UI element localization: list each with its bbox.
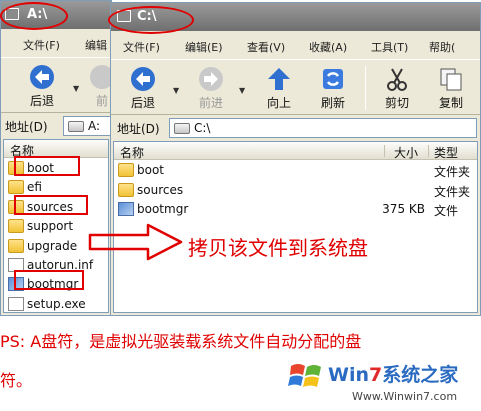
toolbar-c: 后退 ▼ 前进 ▼ 向上 刷新 剪切 复制 (111, 59, 480, 115)
menu-edit-c[interactable]: 编辑(E) (185, 39, 223, 55)
file-type: 文件夹 (434, 165, 471, 179)
address-input-a[interactable]: A: (63, 116, 111, 136)
site-logo: Win7系统之家 Www.Winwin7.com (282, 352, 481, 411)
copy-icon (440, 68, 462, 91)
forward-label-c: 前进 (198, 96, 223, 110)
file-name: bootmgr (137, 202, 189, 216)
highlight-title-c (108, 6, 194, 34)
logo-site-url: Www.Winwin7.com (352, 390, 458, 403)
file-row[interactable]: boot 文件夹 (114, 161, 477, 180)
menu-bar-c: 文件(F) 编辑(E) 查看(V) 收藏(A) 工具(T) 帮助( (111, 35, 480, 57)
file-type: 文件 (434, 204, 459, 218)
address-label-c: 地址(D) (117, 122, 160, 136)
address-bar-c: 地址(D) C:\ (111, 116, 480, 140)
column-separator[interactable] (428, 145, 429, 157)
highlight-sources (14, 195, 88, 215)
copy-label-c: 复制 (438, 96, 463, 110)
file-size: 375 KB (382, 202, 425, 216)
menu-edit-a[interactable]: 编辑 (85, 37, 107, 53)
file-name: setup.exe (27, 296, 86, 311)
menu-help-c[interactable]: 帮助( (429, 39, 455, 55)
forward-arrow-icon (199, 67, 223, 91)
column-type-c[interactable]: 类型 (434, 144, 458, 161)
back-button-a[interactable]: 后退 (15, 58, 69, 112)
explorer-window-c: C:\ 文件(F) 编辑(E) 查看(V) 收藏(A) 工具(T) 帮助( 后退… (110, 2, 481, 316)
forward-arrow-icon (90, 65, 111, 89)
menu-bar-a: 文件(F) 编辑 (1, 33, 111, 55)
menu-view-c[interactable]: 查看(V) (247, 39, 285, 55)
menu-favorites-c[interactable]: 收藏(A) (309, 39, 347, 55)
address-input-c[interactable]: C:\ (169, 118, 477, 138)
highlight-boot (14, 156, 80, 176)
copy-button-c[interactable]: 复制 (429, 60, 473, 114)
up-button-c[interactable]: 向上 (257, 60, 301, 114)
file-row[interactable]: bootmgr 375 KB 文件 (114, 200, 477, 219)
cut-button-c[interactable]: 剪切 (375, 60, 419, 114)
column-separator[interactable] (384, 145, 385, 157)
right-arrow-icon (88, 223, 183, 261)
screenshot-stage: A:\ 文件(F) 编辑 后退 ▼ 前 地址(D) A: 名称 boot efi… (0, 0, 481, 411)
address-value-c: C:\ (194, 121, 211, 135)
column-header-c: 名称 大小 类型 (114, 142, 477, 160)
drive-icon (68, 121, 84, 132)
forward-button-a[interactable]: 前 (87, 58, 111, 112)
folder-icon (8, 238, 24, 253)
file-name: sources (137, 182, 184, 197)
toolbar-separator (365, 66, 366, 110)
forward-button-c[interactable]: 前进 (189, 60, 233, 114)
up-label-c: 向上 (266, 96, 291, 110)
logo-brand: Win7系统之家 (328, 360, 458, 387)
file-name: support (27, 219, 74, 234)
scissors-icon (387, 68, 407, 91)
forward-label-a: 前 (95, 94, 108, 108)
folder-icon (118, 182, 134, 197)
menu-tools-c[interactable]: 工具(T) (371, 39, 408, 55)
ps-note-line1: PS: A盘符，是虚拟光驱装载系统文件自动分配的盘 (0, 332, 362, 351)
back-dropdown-icon[interactable]: ▼ (73, 84, 79, 93)
highlight-title-a (0, 2, 68, 30)
refresh-icon (323, 69, 343, 89)
file-name: boot (137, 163, 165, 177)
back-arrow-icon (30, 65, 54, 89)
refresh-label-c: 刷新 (320, 96, 345, 110)
back-button-c[interactable]: 后退 (119, 60, 167, 114)
setup-exe-icon (8, 296, 24, 311)
file-name: upgrade (27, 238, 78, 253)
folder-icon (118, 163, 134, 177)
back-label-c: 后退 (130, 96, 155, 110)
back-arrow-icon (131, 67, 155, 91)
logo-brand-number: 7 (369, 364, 383, 386)
address-bar-a: 地址(D) A: (1, 114, 111, 138)
refresh-button-c[interactable]: 刷新 (311, 60, 355, 114)
ps-note-line2: 符。 (0, 371, 33, 390)
column-name-c[interactable]: 名称 (120, 144, 144, 161)
file-row[interactable]: setup.exe (4, 295, 108, 314)
windows-logo-icon (288, 364, 321, 387)
system-file-icon (118, 202, 134, 216)
back-dropdown-icon[interactable]: ▼ (173, 86, 179, 95)
back-label-a: 后退 (29, 94, 54, 108)
address-label-a: 地址(D) (5, 120, 48, 134)
cut-label-c: 剪切 (384, 96, 409, 110)
address-value-a: A: (88, 119, 101, 133)
toolbar-a: 后退 ▼ 前 (1, 57, 111, 113)
column-size-c[interactable]: 大小 (394, 144, 418, 161)
highlight-bootmgr (14, 270, 84, 290)
menu-file-c[interactable]: 文件(F) (123, 39, 160, 55)
menu-file-a[interactable]: 文件(F) (23, 37, 60, 53)
file-name: efi (27, 180, 42, 195)
forward-dropdown-icon[interactable]: ▼ (239, 86, 245, 95)
folder-icon (8, 219, 24, 234)
logo-brand-prefix: Win (328, 364, 369, 386)
copy-instruction: 拷贝该文件到系统盘 (188, 236, 368, 260)
file-type: 文件夹 (434, 184, 471, 199)
drive-icon (174, 123, 190, 134)
up-arrow-icon (268, 68, 290, 90)
file-row[interactable]: sources 文件夹 (114, 181, 477, 200)
logo-brand-suffix: 系统之家 (382, 364, 459, 386)
folder-icon (8, 180, 24, 195)
